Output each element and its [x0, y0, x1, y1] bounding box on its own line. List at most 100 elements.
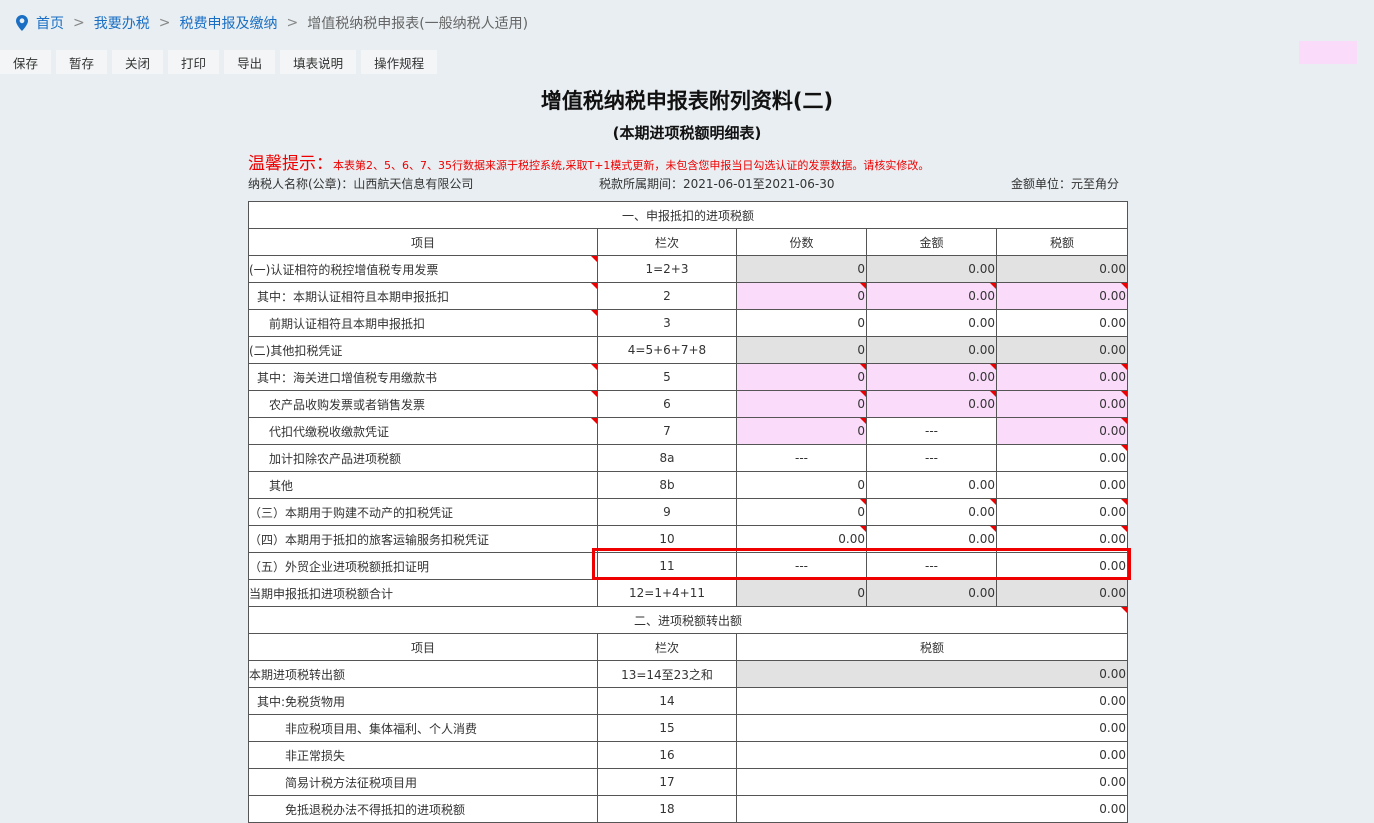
table-row: 加计扣除农产品进项税额 8a --- --- 0.00	[248, 444, 1129, 472]
breadcrumb-separator: >	[158, 15, 171, 31]
row-label: 代扣代缴税收缴款凭证	[248, 417, 598, 445]
cell-tax[interactable]: 0.00	[995, 417, 1129, 445]
row-column-number: 13=14至23之和	[597, 660, 737, 688]
row-label: （四）本期用于抵扣的旅客运输服务扣税凭证	[248, 525, 598, 553]
column-header: 栏次	[597, 633, 737, 661]
cell-tax[interactable]: 0.00	[995, 498, 1129, 526]
row-column-number: 8a	[597, 444, 737, 472]
cell-tax[interactable]: 0.00	[735, 795, 1129, 823]
temp-save-button[interactable]: 暂存	[56, 50, 108, 74]
row-label: 农产品收购发票或者销售发票	[248, 390, 598, 418]
row-column-number: 2	[597, 282, 737, 310]
section-title-row: 二、进项税额转出额	[247, 606, 1129, 634]
input-tax-detail-table: 一、申报抵扣的进项税额 项目 栏次 份数 金额 税额 (一)认证相符的税控增值税专用发票 1=…	[247, 201, 1129, 823]
cell-count[interactable]: 0	[736, 498, 867, 526]
row-label: 加计扣除农产品进项税额	[248, 444, 598, 472]
cell-tax[interactable]: 0.00	[735, 741, 1129, 769]
cell-tax[interactable]: 0.00	[995, 471, 1129, 499]
cell-amount[interactable]: 0.00	[866, 309, 997, 337]
export-button[interactable]: 导出	[224, 50, 276, 74]
cell-tax[interactable]: 0.00	[995, 282, 1129, 310]
section2-title: 二、进项税额转出额	[247, 606, 1129, 634]
warm-tip-text: 本表第2、5、6、7、35行数据来源于税控系统,采取T+1模式更新，未包含您申报…	[333, 159, 930, 172]
breadcrumb: 首页 > 我要办税 > 税费申报及缴纳 > 增值税纳税申报表(一般纳税人适用)	[16, 13, 528, 33]
cell-count[interactable]: 0.00	[736, 525, 867, 553]
table-row: 其他 8b 0 0.00 0.00	[248, 471, 1129, 499]
location-pin-icon	[16, 15, 28, 31]
cell-count[interactable]: 0	[736, 309, 867, 337]
cell-amount[interactable]: 0.00	[866, 498, 997, 526]
taxpayer-name: 纳税人名称(公章)：山西航天信息有限公司	[248, 177, 474, 191]
breadcrumb-separator: >	[73, 15, 85, 31]
row-column-number: 15	[597, 714, 737, 742]
cell-tax: 0.00	[995, 255, 1129, 283]
cell-tax[interactable]: 0.00	[995, 525, 1129, 553]
cell-count: 0	[736, 579, 867, 607]
cell-amount: ---	[866, 444, 997, 472]
row-column-number: 5	[597, 363, 737, 391]
cell-count[interactable]: 0	[736, 390, 867, 418]
column-header: 金额	[866, 228, 997, 256]
table-row: （五）外贸企业进项税额抵扣证明 11 --- --- 0.00	[248, 552, 1129, 580]
table-row: 非正常损失 16 0.00	[248, 741, 1129, 769]
row-label: 免抵退税办法不得抵扣的进项税额	[248, 795, 598, 823]
cell-count: 0	[736, 255, 867, 283]
column-header: 份数	[736, 228, 867, 256]
close-button[interactable]: 关闭	[112, 50, 164, 74]
breadcrumb-home-link[interactable]: 首页	[36, 13, 64, 33]
row-label: 前期认证相符且本期申报抵扣	[248, 309, 598, 337]
breadcrumb-tax-affairs-link[interactable]: 我要办税	[94, 13, 150, 33]
cell-tax[interactable]: 0.00	[735, 714, 1129, 742]
cell-tax[interactable]: 0.00	[735, 687, 1129, 715]
cell-amount[interactable]: 0.00	[866, 471, 997, 499]
operation-guide-button[interactable]: 操作规程	[361, 50, 438, 74]
row-label: 其中:免税货物用	[248, 687, 598, 715]
cell-amount[interactable]: 0.00	[866, 282, 997, 310]
cell-amount[interactable]: 0.00	[866, 363, 997, 391]
cell-count: 0	[736, 336, 867, 364]
section-title-row: 一、申报抵扣的进项税额	[247, 201, 1129, 229]
cell-tax[interactable]: 0.00	[995, 390, 1129, 418]
row-label: （五）外贸企业进项税额抵扣证明	[248, 552, 598, 580]
print-button[interactable]: 打印	[168, 50, 220, 74]
row-label: 其他	[248, 471, 598, 499]
warm-tip-label: 温馨提示：	[248, 154, 333, 174]
cell-amount: ---	[866, 552, 997, 580]
table-row: 简易计税方法征税项目用 17 0.00	[248, 768, 1129, 796]
cell-tax[interactable]: 0.00	[995, 363, 1129, 391]
cell-count[interactable]: 0	[736, 282, 867, 310]
cell-amount: 0.00	[866, 579, 997, 607]
save-button[interactable]: 保存	[0, 50, 52, 74]
row-column-number: 14	[597, 687, 737, 715]
toolbar: 保存 暂存 关闭 打印 导出 填表说明 操作规程	[0, 50, 438, 74]
breadcrumb-current: 增值税纳税申报表(一般纳税人适用)	[307, 16, 529, 32]
cell-count[interactable]: 0	[736, 363, 867, 391]
breadcrumb-tax-filing-link[interactable]: 税费申报及缴纳	[179, 13, 277, 33]
row-column-number: 16	[597, 741, 737, 769]
table-row: (一)认证相符的税控增值税专用发票 1=2+3 0 0.00 0.00	[248, 255, 1129, 283]
table-header-row: 项目 栏次 税额	[248, 633, 1129, 661]
cell-tax[interactable]: 0.00	[995, 309, 1129, 337]
cell-tax[interactable]: 0.00	[995, 552, 1129, 580]
row-label: (一)认证相符的税控增值税专用发票	[248, 255, 598, 283]
row-label: 简易计税方法征税项目用	[248, 768, 598, 796]
table-row: 非应税项目用、集体福利、个人消费 15 0.00	[248, 714, 1129, 742]
row-label: 当期申报抵扣进项税额合计	[248, 579, 598, 607]
cell-count[interactable]: 0	[736, 417, 867, 445]
column-header: 项目	[248, 228, 598, 256]
cell-amount[interactable]: 0.00	[866, 390, 997, 418]
table-row: 其中：本期认证相符且本期申报抵扣 2 0 0.00 0.00	[248, 282, 1129, 310]
row-label: 其中：海关进口增值税专用缴款书	[248, 363, 598, 391]
fill-instructions-button[interactable]: 填表说明	[280, 50, 357, 74]
cell-tax[interactable]: 0.00	[995, 444, 1129, 472]
cell-amount[interactable]: 0.00	[866, 525, 997, 553]
table-row: （四）本期用于抵扣的旅客运输服务扣税凭证 10 0.00 0.00 0.00	[248, 525, 1129, 553]
table-row: 当期申报抵扣进项税额合计 12=1+4+11 0 0.00 0.00	[248, 579, 1129, 607]
table-header-row: 项目 栏次 份数 金额 税额	[248, 228, 1129, 256]
cell-count[interactable]: 0	[736, 471, 867, 499]
tax-period: 税款所属期间：2021-06-01至2021-06-30	[599, 177, 835, 191]
row-column-number: 18	[597, 795, 737, 823]
cell-tax[interactable]: 0.00	[735, 768, 1129, 796]
cell-tax: 0.00	[735, 660, 1129, 688]
amount-unit: 金额单位：元至角分	[1011, 177, 1120, 191]
